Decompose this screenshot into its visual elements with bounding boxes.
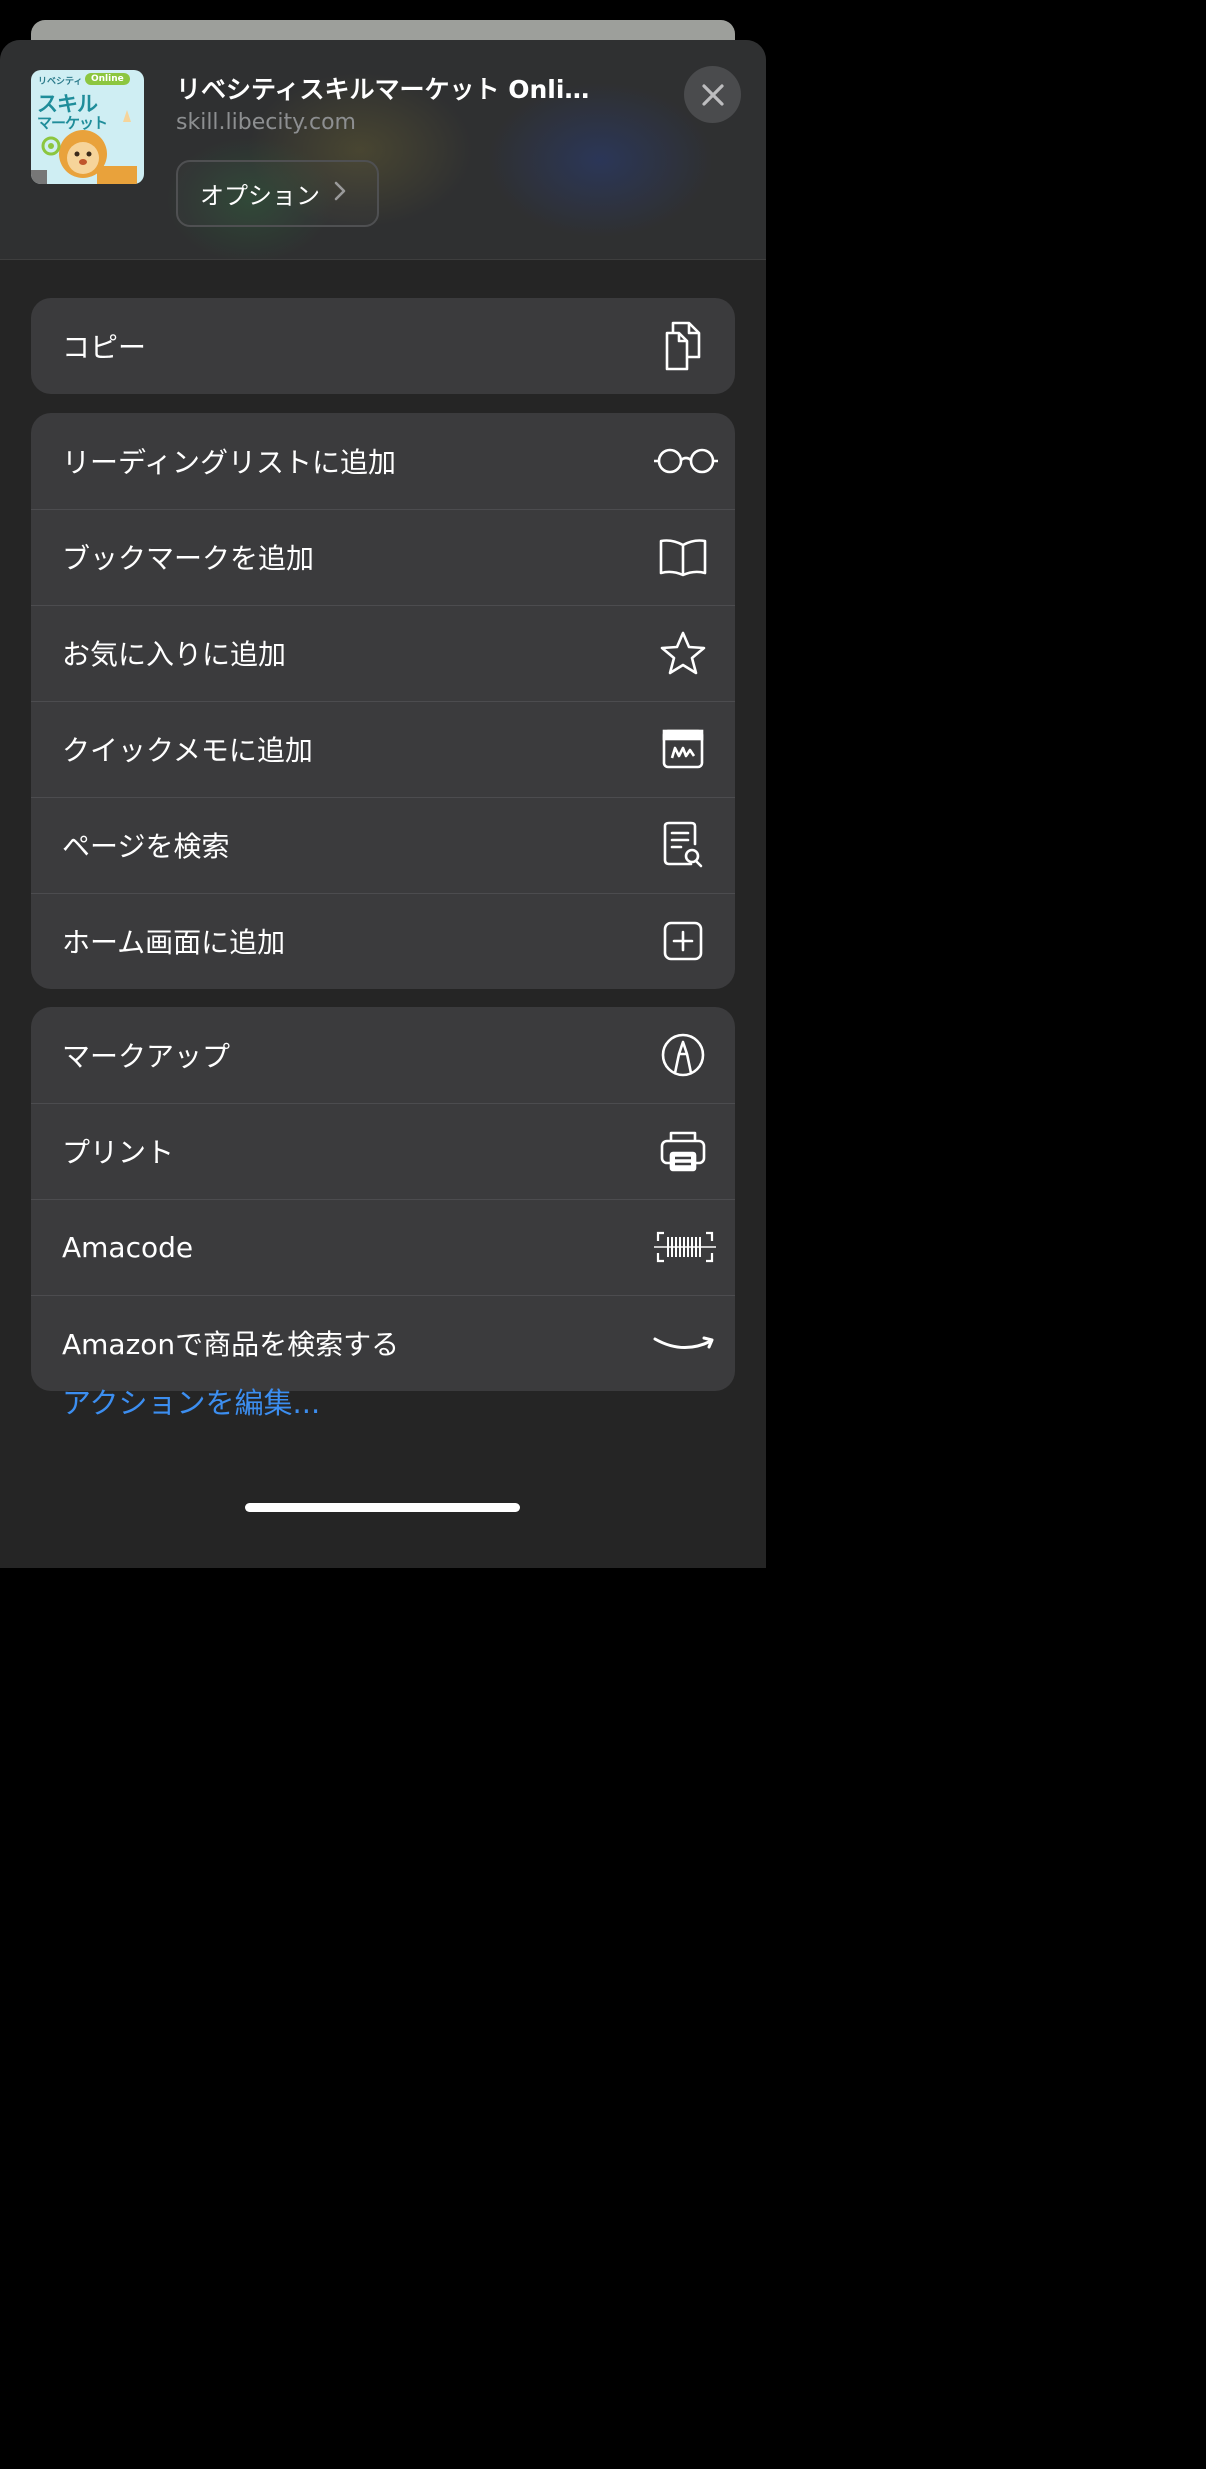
action-add-favorites[interactable]: お気に入りに追加 bbox=[31, 605, 735, 701]
chevron-right-icon bbox=[334, 181, 346, 207]
book-icon bbox=[651, 525, 715, 589]
barcode-icon bbox=[651, 1215, 719, 1279]
action-group-copy: コピー bbox=[31, 298, 735, 394]
page-title: リベシティスキルマーケット Onli… bbox=[176, 75, 590, 104]
action-print[interactable]: プリント bbox=[31, 1103, 735, 1199]
action-label: クイックメモに追加 bbox=[62, 734, 313, 767]
share-header: リベシティ Online スキル マーケット リベシティスキルマーケット Onl… bbox=[0, 40, 766, 260]
site-thumbnail: リベシティ Online スキル マーケット bbox=[31, 70, 144, 184]
options-button[interactable]: オプション bbox=[176, 160, 379, 227]
lion-mascot-icon bbox=[31, 110, 137, 184]
close-button[interactable] bbox=[684, 66, 741, 123]
action-label: ブックマークを追加 bbox=[62, 542, 315, 575]
action-label: お気に入りに追加 bbox=[62, 638, 287, 671]
home-indicator bbox=[245, 1503, 520, 1512]
find-in-page-icon bbox=[651, 813, 715, 877]
action-add-bookmark[interactable]: ブックマークを追加 bbox=[31, 509, 735, 605]
share-sheet: リベシティ Online スキル マーケット リベシティスキルマーケット Onl… bbox=[0, 40, 766, 1568]
action-quick-note[interactable]: クイックメモに追加 bbox=[31, 701, 735, 797]
action-group-add: リーディングリストに追加 ブックマークを追加 お気に入りに追加 クイックメモに追… bbox=[31, 413, 735, 989]
options-label: オプション bbox=[200, 182, 320, 210]
quick-note-icon bbox=[651, 717, 715, 781]
close-icon bbox=[701, 83, 724, 106]
edit-actions-link[interactable]: アクションを編集... bbox=[62, 1380, 320, 1422]
action-label: ホーム画面に追加 bbox=[62, 926, 286, 959]
action-label: マークアップ bbox=[62, 1040, 231, 1073]
amazon-smile-icon bbox=[651, 1311, 719, 1375]
action-add-to-home[interactable]: ホーム画面に追加 bbox=[31, 893, 735, 989]
action-group-extras: マークアップ プリント Amacode Amazonで商品を検索する bbox=[31, 1007, 735, 1391]
action-find-on-page[interactable]: ページを検索 bbox=[31, 797, 735, 893]
action-label: Amacode bbox=[62, 1230, 194, 1264]
action-amazon-search[interactable]: Amazonで商品を検索する bbox=[31, 1295, 735, 1391]
action-label: コピー bbox=[62, 331, 147, 364]
action-amacode[interactable]: Amacode bbox=[31, 1199, 735, 1295]
markup-icon bbox=[651, 1023, 715, 1087]
action-label: プリント bbox=[62, 1136, 175, 1169]
action-label: リーディングリストに追加 bbox=[62, 446, 397, 479]
printer-icon bbox=[651, 1119, 715, 1183]
action-copy[interactable]: コピー bbox=[31, 298, 735, 394]
action-reading-list[interactable]: リーディングリストに追加 bbox=[31, 413, 735, 509]
action-markup[interactable]: マークアップ bbox=[31, 1007, 735, 1103]
star-icon bbox=[651, 621, 715, 685]
copy-icon bbox=[651, 314, 715, 378]
plus-square-icon bbox=[651, 909, 715, 973]
glasses-icon bbox=[651, 429, 721, 493]
page-url: skill.libecity.com bbox=[176, 110, 356, 135]
action-label: ページを検索 bbox=[62, 830, 230, 863]
action-label: Amazonで商品を検索する bbox=[62, 1328, 400, 1361]
